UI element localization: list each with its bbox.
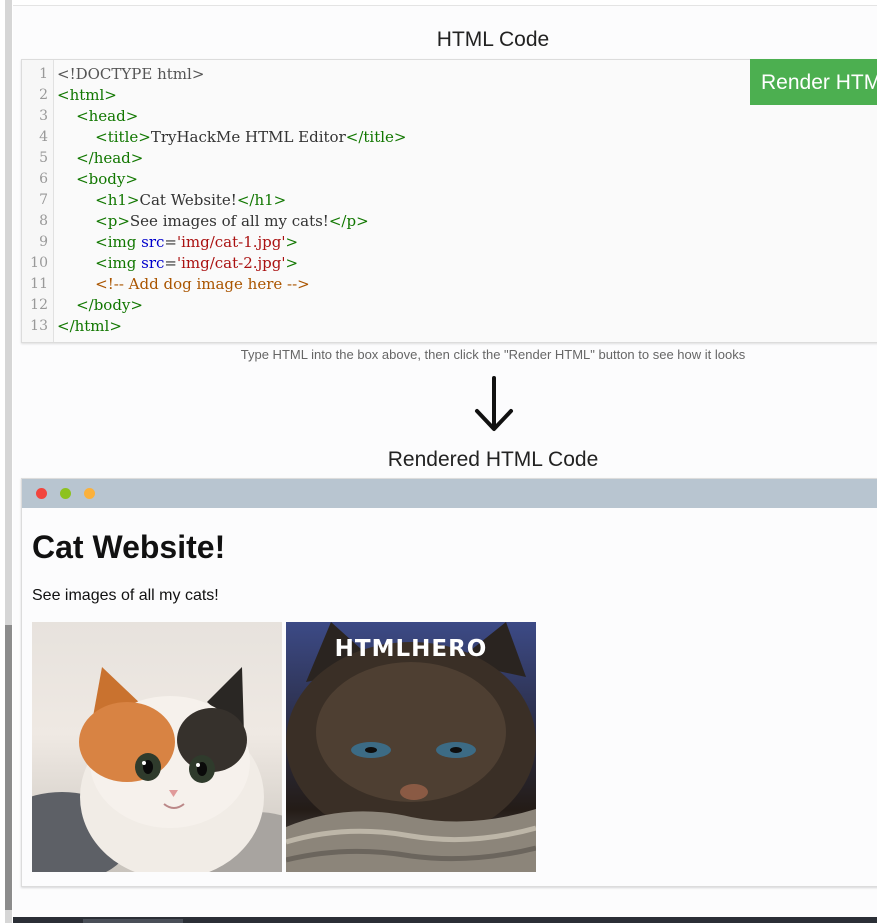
line-number: 6 xyxy=(39,171,48,187)
line-number: 12 xyxy=(30,297,48,313)
line-number: 11 xyxy=(30,276,48,292)
code-line[interactable]: 10 <img src='img/cat-2.jpg'> xyxy=(22,253,877,274)
code-line[interactable]: 6 <body> xyxy=(22,169,877,190)
code-text: <!DOCTYPE html> xyxy=(57,64,204,85)
code-line[interactable]: 12 </body> xyxy=(22,295,877,316)
code-text: </body> xyxy=(57,295,143,316)
code-token: <img xyxy=(95,254,142,272)
code-token: <!-- Add dog image here --> xyxy=(95,275,310,293)
editor-hint: Type HTML into the box above, then click… xyxy=(240,347,746,362)
render-html-button[interactable]: Render HTML xyxy=(750,59,877,105)
site-paragraph: See images of all my cats! xyxy=(32,587,219,604)
code-line[interactable]: 5 </head> xyxy=(22,148,877,169)
code-line[interactable]: 11 <!-- Add dog image here --> xyxy=(22,274,877,295)
line-number: 9 xyxy=(39,234,48,250)
rendered-title: Rendered HTML Code xyxy=(387,448,599,471)
minimize-dot-icon xyxy=(60,488,71,499)
code-text: <p>See images of all my cats!</p> xyxy=(57,211,369,232)
code-token: src xyxy=(141,254,165,272)
code-token: src xyxy=(141,233,165,251)
editor-title: HTML Code xyxy=(436,28,550,51)
code-text: <body> xyxy=(57,169,138,190)
code-text: <h1>Cat Website!</h1> xyxy=(57,190,286,211)
code-token: <html> xyxy=(57,86,117,104)
code-line[interactable]: 7 <h1>Cat Website!</h1> xyxy=(22,190,877,211)
code-token: <h1> xyxy=(95,191,140,209)
code-token: See images of all my cats! xyxy=(129,212,329,230)
taskbar-tab[interactable] xyxy=(83,919,183,923)
line-number: 10 xyxy=(30,255,48,271)
code-line[interactable]: 1 <!DOCTYPE html> xyxy=(22,64,877,85)
code-text: </html> xyxy=(57,316,122,337)
code-text: <html> xyxy=(57,85,117,106)
code-token: </html> xyxy=(57,317,122,335)
html-code-editor[interactable]: 1 <!DOCTYPE html> 2 <html> 3 <head> 4 <title>… xyxy=(21,59,877,343)
code-token: </head> xyxy=(76,149,144,167)
line-number: 2 xyxy=(39,87,48,103)
code-line[interactable]: 2 <html> xyxy=(22,85,877,106)
code-line[interactable]: 4 <title>TryHackMe HTML Editor</title> xyxy=(22,127,877,148)
kitten-illustration xyxy=(32,667,282,872)
line-number: 4 xyxy=(39,129,48,145)
close-dot-icon xyxy=(36,488,47,499)
arrow-down-icon xyxy=(475,376,513,431)
code-token: Cat Website! xyxy=(139,191,237,209)
browser-title-bar xyxy=(22,479,877,508)
code-line[interactable]: 3 <head> xyxy=(22,106,877,127)
code-line[interactable]: 9 <img src='img/cat-1.jpg'> xyxy=(22,232,877,253)
rendered-browser-window: Cat Website! See images of all my cats! xyxy=(21,478,877,887)
code-token: <title> xyxy=(95,128,151,146)
scrollbar-thumb[interactable] xyxy=(5,625,12,910)
code-text: <!-- Add dog image here --> xyxy=(57,274,310,295)
line-number: 1 xyxy=(39,66,48,82)
code-line[interactable]: 8 <p>See images of all my cats!</p> xyxy=(22,211,877,232)
line-number: 5 xyxy=(39,150,48,166)
code-token: <body> xyxy=(76,170,138,188)
code-token: <!DOCTYPE html> xyxy=(57,65,205,83)
code-token: = xyxy=(164,254,177,272)
code-token: <p> xyxy=(95,212,130,230)
code-text: <img src='img/cat-1.jpg'> xyxy=(57,232,298,253)
code-token: = xyxy=(164,233,177,251)
code-token: </body> xyxy=(76,296,143,314)
maximize-dot-icon xyxy=(84,488,95,499)
code-text: <title>TryHackMe HTML Editor</title> xyxy=(57,127,406,148)
code-token: > xyxy=(285,254,299,272)
code-token: </title> xyxy=(345,128,407,146)
cat-image-2: HTMLHERO xyxy=(286,622,536,872)
line-number: 7 xyxy=(39,192,48,208)
code-token: 'img/cat-2.jpg' xyxy=(176,254,286,272)
code-token: <head> xyxy=(76,107,139,125)
code-token: 'img/cat-1.jpg' xyxy=(176,233,286,251)
line-number: 8 xyxy=(39,213,48,229)
code-line[interactable]: 13 </html> xyxy=(22,316,877,337)
page: HTML Code 1 <!DOCTYPE html> 2 <html> 3 <head… xyxy=(13,6,877,923)
code-lines[interactable]: 1 <!DOCTYPE html> 2 <html> 3 <head> 4 <title>… xyxy=(22,64,877,337)
code-text: </head> xyxy=(57,148,143,169)
code-text: <img src='img/cat-2.jpg'> xyxy=(57,253,298,274)
left-scrollbar[interactable] xyxy=(0,0,13,923)
image-caption: HTMLHERO xyxy=(334,636,488,662)
code-token: TryHackMe HTML Editor xyxy=(150,128,346,146)
code-token: > xyxy=(285,233,299,251)
code-token: </h1> xyxy=(236,191,287,209)
site-heading: Cat Website! xyxy=(32,529,226,565)
code-text: <head> xyxy=(57,106,138,127)
code-token: </p> xyxy=(328,212,369,230)
line-number: 13 xyxy=(30,318,48,334)
cat-image-1 xyxy=(32,622,282,872)
line-number: 3 xyxy=(39,108,48,124)
bottom-taskbar xyxy=(13,917,877,923)
code-token: <img xyxy=(95,233,142,251)
